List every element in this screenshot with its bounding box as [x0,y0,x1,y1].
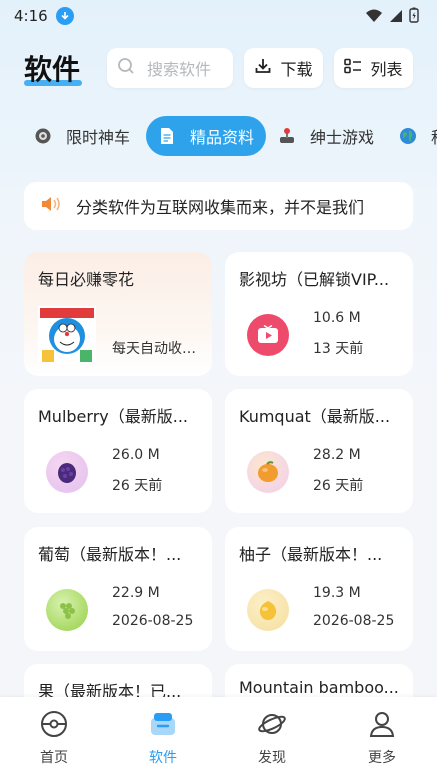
app-title: 每日必赚零花 [38,270,135,289]
tab-label: 科 [431,124,437,148]
status-bar: 4:16 [0,0,437,32]
app-title: Mountain bamboo... [239,678,399,697]
app-date: 26 天前 [112,478,163,494]
nav-label: 首页 [40,750,68,766]
signal-icon [389,8,403,27]
app-title: Mulberry（最新版... [38,407,188,426]
app-size: 10.6 M [313,310,361,326]
globe-icon [399,127,417,145]
app-card[interactable]: 葡萄（最新版本！... 22.9 M 2026-08-25 [24,527,212,651]
tab-science[interactable]: 科 [399,116,437,156]
discover-icon [257,709,287,743]
app-card[interactable]: 每日必赚零花 每天自动收益... [24,252,212,376]
search-input[interactable]: 搜索软件 [107,48,233,88]
battery-icon [409,7,419,27]
app-size: 28.2 M [313,447,361,463]
grape-icon [38,581,96,639]
app-size: 22.9 M [112,585,160,601]
app-title: 柚子（最新版本！... [239,545,383,564]
search-placeholder: 搜索软件 [147,60,212,79]
app-description: 每天自动收益... [112,341,204,357]
pomelo-icon [239,581,297,639]
nav-discover[interactable]: 发现 [232,709,312,767]
search-icon [117,57,135,79]
tv-play-icon [239,306,297,364]
status-time: 4:16 [14,7,48,25]
category-tabs: 限时神车 精品资料 绅士游戏 科 [0,116,437,158]
mulberry-icon [38,443,96,501]
tab-premium[interactable]: 精品资料 [146,116,267,156]
document-icon [158,127,176,145]
app-card[interactable]: Mulberry（最新版... 26.0 M 26 天前 [24,389,212,513]
notice-text: 分类软件为互联网收集而来，并不是我们 [76,198,365,217]
app-title: 影视坊（已解锁VIP... [239,270,390,289]
gear-icon [34,127,52,145]
app-card[interactable]: Kumquat（最新版... 28.2 M 26 天前 [225,389,413,513]
app-size: 26.0 M [112,447,160,463]
header: 软件 搜索软件 下载 列表 [0,44,437,92]
notice-banner: 分类软件为互联网收集而来，并不是我们 [24,182,413,230]
nav-more[interactable]: 更多 [342,709,422,767]
kumquat-icon [239,443,297,501]
bottom-nav: 首页 软件 发现 更多 [0,697,437,777]
app-card[interactable]: 柚子（最新版本！... 19.3 M 2026-08-25 [225,527,413,651]
nav-label: 更多 [368,750,396,766]
home-icon [39,709,69,743]
list-label: 列表 [370,60,403,79]
wifi-icon [365,8,383,27]
app-date: 2026-08-25 [112,613,194,629]
tab-label: 绅士游戏 [310,128,375,147]
tab-label: 精品资料 [190,128,255,147]
joystick-icon [278,127,296,145]
list-icon [344,58,362,78]
app-size: 19.3 M [313,585,361,601]
doraemon-image [38,306,96,364]
nav-home[interactable]: 首页 [14,709,94,767]
tab-limited[interactable]: 限时神车 [34,116,130,156]
download-label: 下载 [280,60,313,79]
profile-icon [367,709,397,743]
app-title: Kumquat（最新版... [239,407,391,426]
nav-label: 软件 [149,750,177,766]
list-button[interactable]: 列表 [334,48,413,88]
app-date: 13 天前 [313,341,364,357]
download-icon [254,57,272,79]
speaker-icon [40,195,62,217]
app-date: 2026-08-25 [313,613,395,629]
download-notification-icon [55,7,74,25]
tab-games[interactable]: 绅士游戏 [278,116,374,156]
download-button[interactable]: 下载 [244,48,323,88]
page-title: 软件 [24,53,81,86]
app-date: 26 天前 [313,478,364,494]
tab-label: 限时神车 [66,128,131,147]
app-title: 葡萄（最新版本！... [38,545,182,564]
app-card[interactable]: 影视坊（已解锁VIP... 10.6 M 13 天前 [225,252,413,376]
software-icon [148,709,178,743]
nav-label: 发现 [258,750,286,766]
nav-software[interactable]: 软件 [123,709,203,767]
